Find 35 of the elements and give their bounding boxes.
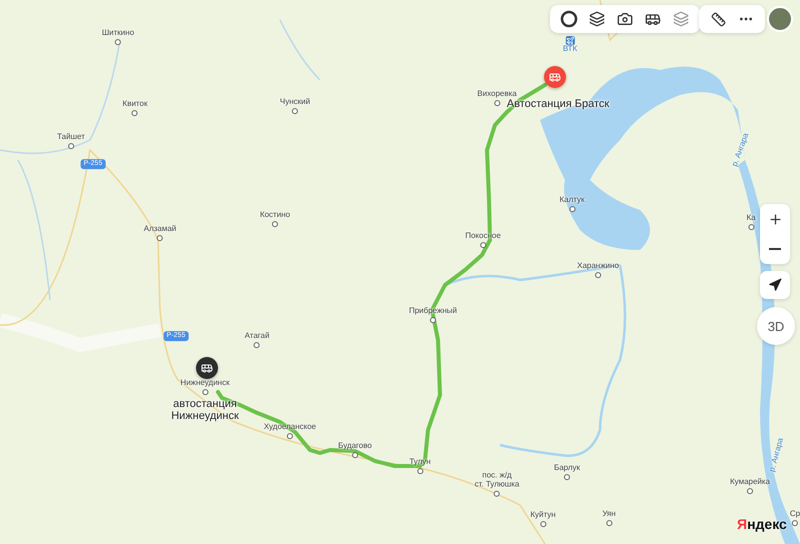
bus-stop-marker[interactable] (544, 66, 566, 88)
compass-3d-button[interactable]: 3D (757, 307, 795, 345)
place-label: Квиток (122, 100, 148, 116)
airport-label: ВТК (562, 36, 578, 54)
plus-icon (768, 212, 782, 226)
bus-stop-marker[interactable] (196, 357, 218, 379)
bus-station-label: автостанция Нижнеудинск (171, 399, 239, 422)
place-label: Барлук (554, 464, 580, 480)
user-avatar[interactable] (767, 6, 793, 32)
place-label: Ср (790, 510, 800, 526)
place-label: Атагай (244, 332, 270, 348)
yandex-logo: Яндекс (737, 516, 787, 532)
bus-icon (549, 71, 561, 83)
place-label: Ка (746, 214, 756, 230)
circle-icon[interactable] (558, 8, 580, 30)
place-label: Куйтун (530, 511, 556, 527)
place-label: Шиткино (102, 29, 134, 45)
place-label: Калтук (559, 196, 585, 212)
airport-icon (566, 36, 574, 46)
river-label: р. Ангара (730, 132, 752, 168)
place-label: Костино (260, 211, 290, 227)
minus-icon (769, 248, 781, 250)
place-label: Харанжино (577, 262, 619, 278)
bus-icon (201, 362, 213, 374)
place-label: Будагово (338, 442, 372, 458)
location-button[interactable] (760, 271, 790, 299)
place-label: Уян (602, 510, 616, 526)
place-label: Алзамай (144, 225, 176, 241)
place-label: Нижнеудинск (180, 379, 230, 395)
place-label: Тайшет (57, 133, 85, 149)
place-label: Чунский (280, 98, 310, 114)
location-arrow-icon (768, 278, 782, 292)
place-label: пос. ж/д ст. Тулюшка (474, 472, 520, 496)
river-label: р. Ангара (768, 437, 786, 473)
place-label: Кумарейка (730, 478, 770, 494)
